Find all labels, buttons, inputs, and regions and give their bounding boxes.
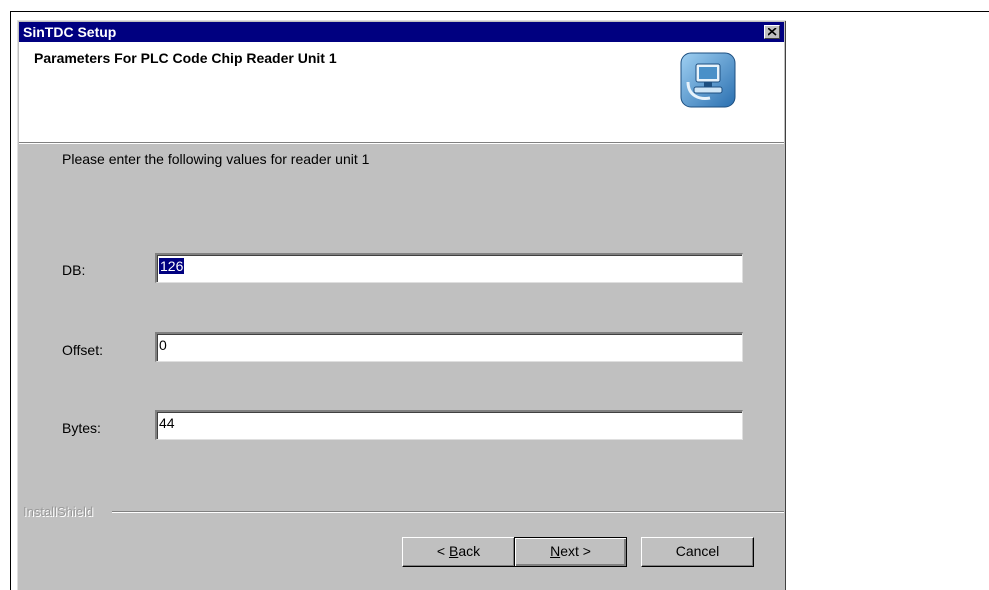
next-button[interactable]: Next > <box>514 537 627 567</box>
back-button-mnemonic: B <box>448 543 459 559</box>
header-panel: Parameters For PLC Code Chip Reader Unit… <box>19 42 784 143</box>
next-button-mnemonic: N <box>550 543 561 559</box>
outer-frame-left <box>10 11 11 590</box>
db-field-value: 126 <box>159 258 185 274</box>
back-button-label: ack <box>458 543 481 559</box>
offset-field-value: 0 <box>159 337 167 353</box>
computer-setup-icon <box>680 52 736 108</box>
setup-dialog: SinTDC Setup Parameters For PLC Code Chi… <box>17 20 786 590</box>
instruction-text: Please enter the following values for re… <box>62 151 370 167</box>
bytes-field-value: 44 <box>159 415 175 431</box>
bytes-field[interactable]: 44 <box>155 410 743 440</box>
back-button[interactable]: < Back <box>402 537 515 567</box>
offset-field[interactable]: 0 <box>155 332 743 362</box>
header-separator <box>19 143 784 144</box>
close-icon <box>768 28 777 36</box>
installshield-brand: InstallShield <box>23 504 94 519</box>
title-bar[interactable]: SinTDC Setup <box>19 22 784 42</box>
page-title: Parameters For PLC Code Chip Reader Unit… <box>34 50 337 66</box>
next-button-label: ext > <box>560 543 591 559</box>
db-label: DB: <box>62 262 86 278</box>
db-field[interactable]: 126 <box>155 253 743 283</box>
close-button[interactable] <box>764 25 780 39</box>
back-button-prefix: < <box>436 543 449 559</box>
outer-frame-top <box>10 11 989 12</box>
brand-divider-highlight <box>112 512 784 513</box>
cancel-button[interactable]: Cancel <box>641 537 754 567</box>
offset-label: Offset: <box>62 342 103 358</box>
window-title: SinTDC Setup <box>23 24 117 40</box>
bytes-label: Bytes: <box>62 420 101 436</box>
